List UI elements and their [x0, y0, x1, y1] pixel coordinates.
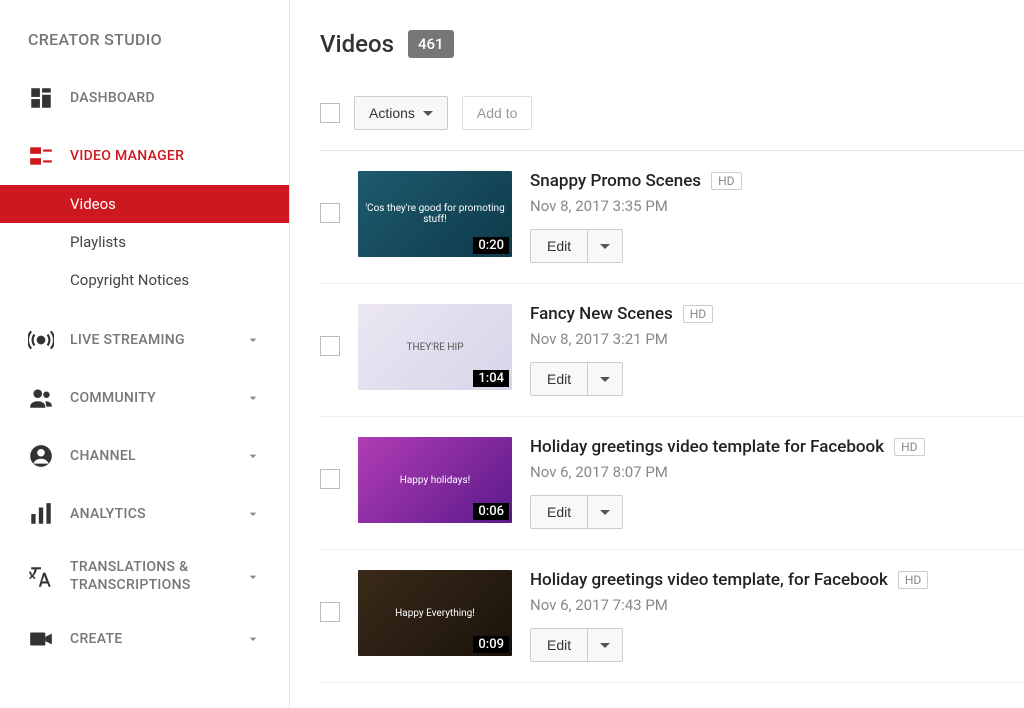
- video-row: Happy holidays! 0:06 Holiday greetings v…: [320, 417, 1024, 550]
- video-thumbnail[interactable]: Happy holidays! 0:06: [358, 437, 512, 523]
- video-date: Nov 6, 2017 7:43 PM: [530, 596, 1004, 614]
- video-checkbox[interactable]: [320, 336, 340, 356]
- edit-dropdown-button[interactable]: [587, 363, 622, 395]
- hd-badge: HD: [683, 305, 713, 323]
- sidebar-item-label: COMMUNITY: [70, 390, 245, 406]
- caret-down-icon: [600, 244, 610, 249]
- sidebar-item-live-streaming[interactable]: LIVE STREAMING: [0, 311, 289, 369]
- edit-button[interactable]: Edit: [531, 363, 587, 395]
- video-manager-icon: [28, 143, 54, 169]
- hd-badge: HD: [711, 172, 741, 190]
- edit-button-group: Edit: [530, 362, 623, 396]
- video-info: Fancy New Scenes HD Nov 8, 2017 3:21 PM …: [530, 304, 1004, 396]
- chevron-down-icon: [245, 631, 261, 647]
- edit-button-group: Edit: [530, 628, 623, 662]
- edit-dropdown-button[interactable]: [587, 496, 622, 528]
- video-duration: 0:20: [473, 237, 509, 254]
- translate-icon: [28, 564, 54, 590]
- video-date: Nov 8, 2017 3:35 PM: [530, 197, 1004, 215]
- video-info: Holiday greetings video template for Fac…: [530, 437, 1004, 529]
- video-duration: 1:04: [473, 370, 509, 387]
- video-checkbox[interactable]: [320, 469, 340, 489]
- video-row: Happy Everything! 0:09 Holiday greetings…: [320, 550, 1024, 683]
- chevron-down-icon: [245, 569, 261, 585]
- video-date: Nov 8, 2017 3:21 PM: [530, 330, 1004, 348]
- video-count-badge: 461: [408, 30, 454, 58]
- sidebar-item-translations[interactable]: TRANSLATIONS & TRANSCRIPTIONS: [0, 543, 289, 610]
- video-row: THEY'RE HIP 1:04 Fancy New Scenes HD Nov…: [320, 284, 1024, 417]
- sidebar: CREATOR STUDIO DASHBOARD VIDEO MANAGER V…: [0, 0, 290, 708]
- video-thumbnail[interactable]: 'Cos they're good for promoting stuff! 0…: [358, 171, 512, 257]
- chevron-down-icon: [245, 506, 261, 522]
- dashboard-icon: [28, 85, 54, 111]
- video-duration: 0:09: [473, 636, 509, 653]
- edit-dropdown-button[interactable]: [587, 230, 622, 262]
- edit-button-group: Edit: [530, 229, 623, 263]
- hd-badge: HD: [894, 438, 924, 456]
- page-header: Videos 461: [320, 30, 1024, 58]
- chevron-down-icon: [245, 332, 261, 348]
- video-title[interactable]: Holiday greetings video template, for Fa…: [530, 570, 888, 590]
- sidebar-item-label: VIDEO MANAGER: [70, 148, 261, 164]
- sidebar-subitem-copyright[interactable]: Copyright Notices: [0, 261, 289, 299]
- actions-button[interactable]: Actions: [354, 96, 448, 130]
- edit-dropdown-button[interactable]: [587, 629, 622, 661]
- caret-down-icon: [600, 377, 610, 382]
- caret-down-icon: [600, 643, 610, 648]
- select-all-checkbox[interactable]: [320, 103, 340, 123]
- edit-button[interactable]: Edit: [531, 230, 587, 262]
- sidebar-item-video-manager[interactable]: VIDEO MANAGER: [0, 127, 289, 185]
- edit-button-group: Edit: [530, 495, 623, 529]
- video-thumbnail[interactable]: THEY'RE HIP 1:04: [358, 304, 512, 390]
- main-content: Videos 461 Actions Add to 'Cos they're g…: [290, 0, 1024, 708]
- add-to-label: Add to: [477, 105, 517, 121]
- sidebar-item-label: ANALYTICS: [70, 506, 245, 522]
- edit-button[interactable]: Edit: [531, 496, 587, 528]
- community-icon: [28, 385, 54, 411]
- sidebar-subitem-videos[interactable]: Videos: [0, 185, 289, 223]
- toolbar: Actions Add to: [320, 96, 1024, 151]
- sidebar-subitem-playlists[interactable]: Playlists: [0, 223, 289, 261]
- sidebar-item-label: CHANNEL: [70, 448, 245, 464]
- video-checkbox[interactable]: [320, 203, 340, 223]
- sidebar-title: CREATOR STUDIO: [0, 30, 289, 69]
- caret-down-icon: [600, 510, 610, 515]
- chevron-down-icon: [245, 390, 261, 406]
- caret-down-icon: [423, 111, 433, 116]
- analytics-icon: [28, 501, 54, 527]
- create-icon: [28, 626, 54, 652]
- video-date: Nov 6, 2017 8:07 PM: [530, 463, 1004, 481]
- actions-label: Actions: [369, 105, 415, 121]
- sidebar-item-community[interactable]: COMMUNITY: [0, 369, 289, 427]
- page-title: Videos: [320, 30, 394, 58]
- video-title[interactable]: Fancy New Scenes: [530, 304, 673, 324]
- sidebar-item-analytics[interactable]: ANALYTICS: [0, 485, 289, 543]
- sidebar-item-label: CREATE: [70, 631, 245, 647]
- video-info: Snappy Promo Scenes HD Nov 8, 2017 3:35 …: [530, 171, 1004, 263]
- hd-badge: HD: [898, 571, 928, 589]
- live-icon: [28, 327, 54, 353]
- video-thumbnail[interactable]: Happy Everything! 0:09: [358, 570, 512, 656]
- add-to-button[interactable]: Add to: [462, 96, 532, 130]
- video-title[interactable]: Holiday greetings video template for Fac…: [530, 437, 884, 457]
- channel-icon: [28, 443, 54, 469]
- chevron-down-icon: [245, 448, 261, 464]
- sidebar-item-channel[interactable]: CHANNEL: [0, 427, 289, 485]
- sidebar-item-label: LIVE STREAMING: [70, 332, 245, 348]
- sidebar-item-dashboard[interactable]: DASHBOARD: [0, 69, 289, 127]
- video-list: 'Cos they're good for promoting stuff! 0…: [320, 151, 1024, 683]
- sidebar-item-label: TRANSLATIONS & TRANSCRIPTIONS: [70, 559, 245, 594]
- sidebar-item-label: DASHBOARD: [70, 90, 261, 106]
- sidebar-item-create[interactable]: CREATE: [0, 610, 289, 668]
- video-manager-submenu: Videos Playlists Copyright Notices: [0, 185, 289, 311]
- video-info: Holiday greetings video template, for Fa…: [530, 570, 1004, 662]
- video-checkbox[interactable]: [320, 602, 340, 622]
- video-row: 'Cos they're good for promoting stuff! 0…: [320, 151, 1024, 284]
- edit-button[interactable]: Edit: [531, 629, 587, 661]
- video-duration: 0:06: [473, 503, 509, 520]
- video-title[interactable]: Snappy Promo Scenes: [530, 171, 701, 191]
